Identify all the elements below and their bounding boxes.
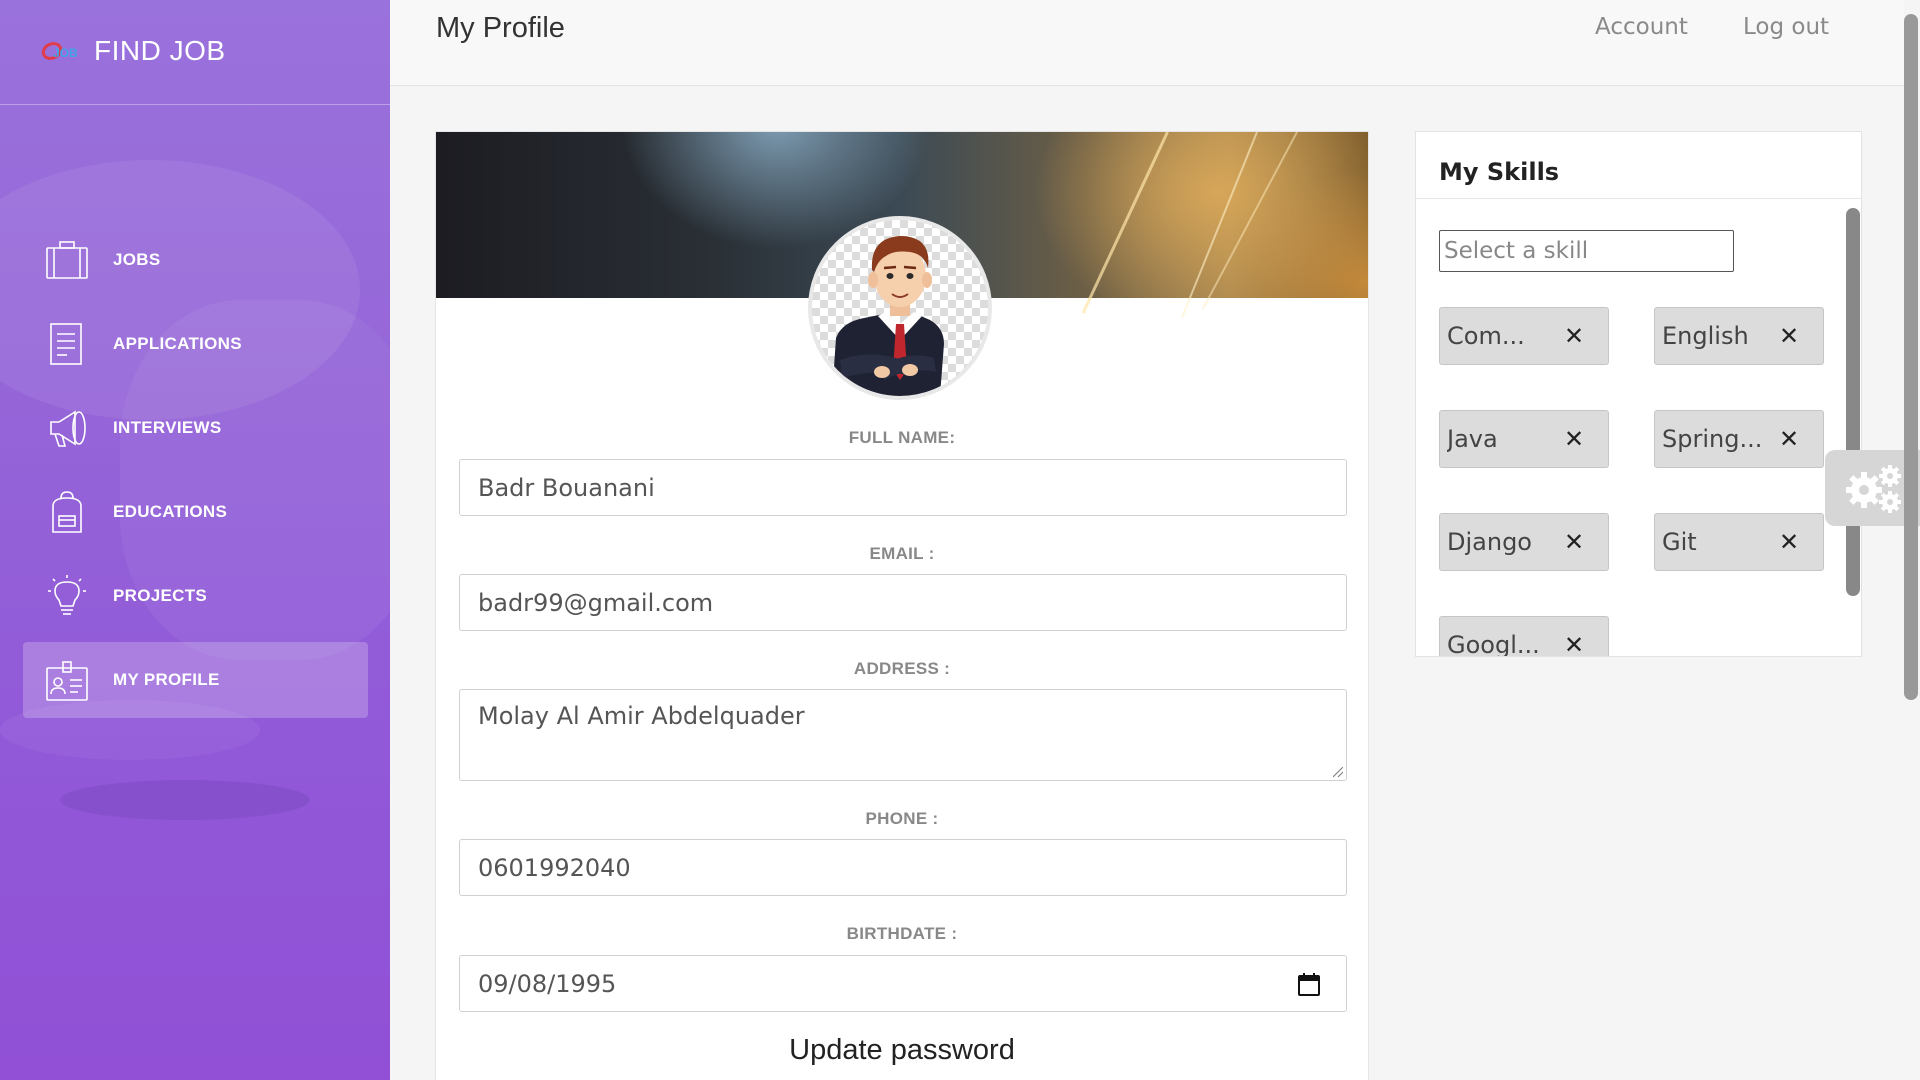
- avatar[interactable]: [808, 216, 992, 400]
- gear-icon: [1845, 465, 1901, 513]
- skill-chip-label: Googl...: [1447, 631, 1540, 657]
- skill-chip: Java ✕: [1439, 410, 1609, 468]
- page-title: My Profile: [436, 12, 565, 44]
- remove-skill-icon[interactable]: ✕: [1562, 324, 1586, 348]
- remove-skill-icon[interactable]: ✕: [1562, 530, 1586, 554]
- skill-chip: Git ✕: [1654, 513, 1824, 571]
- skill-chip: English ✕: [1654, 307, 1824, 365]
- top-bar: My Profile Account Log out: [390, 0, 1904, 86]
- skill-chip: Django ✕: [1439, 513, 1609, 571]
- briefcase-icon: [45, 238, 89, 282]
- address-field[interactable]: Molay Al Amir Abdelquader: [459, 689, 1347, 781]
- sidebar-nav: JOBS APPLICATIONS INTERVIEWS EDUCATIONS …: [23, 222, 368, 726]
- account-link[interactable]: Account: [1595, 14, 1688, 40]
- skill-chip-label: English: [1662, 322, 1749, 350]
- skill-chip-label: Com...: [1447, 322, 1525, 350]
- update-password-link[interactable]: Update password: [436, 1034, 1368, 1067]
- backpack-icon: [45, 490, 89, 534]
- skills-card: My Skills Select a skill Com... ✕ Englis…: [1415, 131, 1862, 657]
- skill-chip-label: Spring...: [1662, 425, 1763, 453]
- skill-chip: Spring... ✕: [1654, 410, 1824, 468]
- full-name-label: FULL NAME:: [848, 428, 956, 447]
- sidebar-item-label: JOBS: [113, 250, 161, 269]
- sidebar-item-jobs[interactable]: JOBS: [23, 222, 368, 298]
- birthdate-value: 09/08/1995: [478, 969, 617, 998]
- sidebar-item-my-profile[interactable]: MY PROFILE: [23, 642, 368, 718]
- address-label: ADDRESS :: [853, 659, 951, 678]
- sidebar-item-interviews[interactable]: INTERVIEWS: [23, 390, 368, 466]
- birthdate-label: BIRTHDATE :: [846, 924, 958, 943]
- remove-skill-icon[interactable]: ✕: [1562, 427, 1586, 451]
- email-label: EMAIL :: [869, 544, 935, 563]
- resize-grip-icon[interactable]: [1333, 767, 1343, 777]
- address-value: Molay Al Amir Abdelquader: [478, 702, 805, 730]
- skills-title: My Skills: [1439, 158, 1560, 186]
- page-scrollbar[interactable]: [1904, 14, 1918, 700]
- skill-select-input[interactable]: Select a skill: [1439, 230, 1734, 272]
- email-field[interactable]: badr99@gmail.com: [459, 574, 1347, 631]
- skill-chip: Com... ✕: [1439, 307, 1609, 365]
- sidebar-item-label: INTERVIEWS: [113, 418, 222, 437]
- profile-card: FULL NAME: Badr Bouanani EMAIL : badr99@…: [435, 131, 1369, 1080]
- calendar-icon[interactable]: [1298, 972, 1320, 996]
- sidebar-item-label: EDUCATIONS: [113, 502, 228, 521]
- skills-scrollbar[interactable]: [1846, 208, 1860, 596]
- remove-skill-icon[interactable]: ✕: [1777, 427, 1801, 451]
- sidebar-item-applications[interactable]: APPLICATIONS: [23, 306, 368, 382]
- sidebar-item-label: PROJECTS: [113, 586, 208, 605]
- sidebar-divider: [0, 104, 390, 105]
- megaphone-icon: [45, 406, 89, 450]
- phone-field[interactable]: 0601992040: [459, 839, 1347, 896]
- remove-skill-icon[interactable]: ✕: [1562, 633, 1586, 656]
- skills-divider: [1416, 198, 1861, 199]
- skill-chip: Googl... ✕: [1439, 616, 1609, 657]
- skill-chip-label: Django: [1447, 528, 1532, 556]
- sidebar: JOB FIND JOB JOBS APPLICATIONS INTERVIEW…: [0, 0, 390, 1080]
- brand-name: FIND JOB: [94, 35, 226, 66]
- sidebar-item-label: APPLICATIONS: [113, 334, 242, 353]
- id-card-icon: [45, 658, 89, 702]
- remove-skill-icon[interactable]: ✕: [1777, 530, 1801, 554]
- brand-logo-icon: JOB: [40, 38, 78, 64]
- svg-text:JOB: JOB: [53, 46, 78, 60]
- remove-skill-icon[interactable]: ✕: [1777, 324, 1801, 348]
- skill-chip-label: Java: [1447, 425, 1498, 453]
- sidebar-background-shape: [60, 780, 310, 820]
- sidebar-item-label: MY PROFILE: [113, 670, 220, 689]
- sidebar-item-educations[interactable]: EDUCATIONS: [23, 474, 368, 550]
- logout-link[interactable]: Log out: [1743, 14, 1829, 40]
- full-name-field[interactable]: Badr Bouanani: [459, 459, 1347, 516]
- skill-chip-label: Git: [1662, 528, 1697, 556]
- phone-label: PHONE :: [865, 809, 939, 828]
- sidebar-item-projects[interactable]: PROJECTS: [23, 558, 368, 634]
- birthdate-field[interactable]: 09/08/1995: [459, 955, 1347, 1012]
- brand[interactable]: JOB FIND JOB: [40, 34, 226, 68]
- document-icon: [45, 322, 89, 366]
- lightbulb-icon: [45, 574, 89, 618]
